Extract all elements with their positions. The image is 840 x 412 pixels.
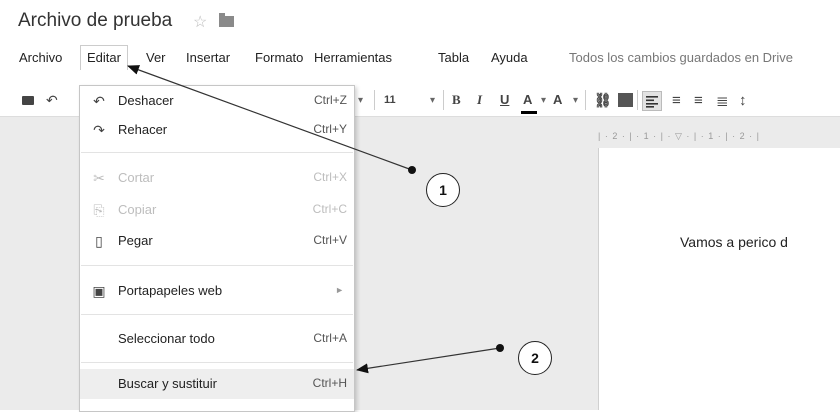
menu-insertar[interactable]: Insertar <box>180 47 236 69</box>
menu-editar[interactable]: Editar <box>80 45 128 70</box>
menu-item-label: Copiar <box>118 202 157 217</box>
menu-separator <box>81 362 353 363</box>
align-left-icon[interactable] <box>642 91 662 111</box>
menu-item-cortar[interactable]: ✂ Cortar Ctrl+X <box>80 163 354 193</box>
toolbar-divider <box>443 90 444 110</box>
document-text[interactable]: Vamos a perico d <box>680 234 788 250</box>
text-color-swatch <box>521 111 537 114</box>
line-spacing-icon[interactable]: ↕ <box>739 92 747 109</box>
link-icon[interactable]: ⛓ <box>594 92 612 109</box>
menu-item-shortcut: Ctrl+A <box>313 331 347 345</box>
menu-item-buscar-y-sustituir[interactable]: Buscar y sustituir Ctrl+H <box>80 369 354 399</box>
print-icon[interactable] <box>22 96 34 105</box>
menu-item-label: Rehacer <box>118 122 168 137</box>
menu-item-rehacer[interactable]: ↷ Rehacer Ctrl+Y <box>80 115 354 145</box>
menu-separator <box>81 152 353 153</box>
highlight-color-button[interactable]: A <box>553 92 562 107</box>
scissors-icon: ✂ <box>93 170 105 186</box>
edit-menu: ↶ Deshacer Ctrl+Z ↷ Rehacer Ctrl+Y ✂ Cor… <box>79 85 355 412</box>
menu-item-deshacer[interactable]: ↶ Deshacer Ctrl+Z <box>80 86 354 116</box>
comment-icon[interactable] <box>618 93 633 107</box>
toolbar-divider <box>585 90 586 110</box>
menu-item-label: Pegar <box>118 233 153 248</box>
align-center-icon[interactable]: ≡ <box>672 92 681 109</box>
clipboard-icon: ▣ <box>92 283 106 299</box>
save-status[interactable]: Todos los cambios guardados en Drive <box>569 50 793 65</box>
menu-herramientas[interactable]: Herramientas <box>308 47 398 69</box>
menu-separator <box>81 265 353 266</box>
submenu-arrow-icon: ► <box>335 285 344 295</box>
menu-archivo[interactable]: Archivo <box>13 47 68 69</box>
menu-item-shortcut: Ctrl+X <box>313 170 347 184</box>
copy-icon: ⎘ <box>93 202 105 218</box>
menu-ver[interactable]: Ver <box>140 47 172 69</box>
font-dropdown-icon[interactable]: ▾ <box>358 95 363 106</box>
menu-item-label: Buscar y sustituir <box>118 376 217 391</box>
folder-icon[interactable] <box>219 13 234 27</box>
font-size-dropdown-icon[interactable]: ▾ <box>430 95 435 106</box>
callout-badge-2: 2 <box>518 341 552 375</box>
undo-icon: ↶ <box>93 93 105 109</box>
callout-badge-1: 1 <box>426 173 460 207</box>
document-title[interactable]: Archivo de prueba <box>18 10 172 32</box>
menu-item-portapapeles-web[interactable]: ▣ Portapapeles web ► <box>80 276 354 306</box>
toolbar-divider <box>637 90 638 110</box>
redo-icon: ↷ <box>93 122 105 138</box>
justify-icon[interactable]: ≣ <box>716 92 729 110</box>
undo-icon[interactable]: ↶ <box>46 92 58 109</box>
menu-item-pegar[interactable]: ▯ Pegar Ctrl+V <box>80 226 354 256</box>
menu-formato[interactable]: Formato <box>249 47 309 69</box>
star-icon[interactable]: ☆ <box>193 12 207 32</box>
menu-ayuda[interactable]: Ayuda <box>485 47 534 69</box>
font-size-select[interactable]: 11 <box>384 94 396 106</box>
menu-item-shortcut: Ctrl+Z <box>314 93 347 107</box>
text-color-dropdown-icon[interactable]: ▾ <box>541 95 546 106</box>
paste-icon: ▯ <box>95 233 103 249</box>
menu-separator <box>81 314 353 315</box>
text-color-button[interactable]: A <box>523 92 532 107</box>
menu-item-label: Portapapeles web <box>118 283 223 298</box>
underline-button[interactable]: U <box>500 92 509 107</box>
menu-item-label: Cortar <box>118 170 155 185</box>
toolbar-divider <box>374 90 375 110</box>
document-page[interactable] <box>598 148 840 410</box>
italic-button[interactable]: I <box>477 92 482 108</box>
menu-tabla[interactable]: Tabla <box>432 47 475 69</box>
ruler[interactable]: | · 2 · | · 1 · | · ▽ · | · 1 · | · 2 · … <box>598 131 840 147</box>
align-right-icon[interactable]: ≡ <box>694 92 703 109</box>
menu-item-shortcut: Ctrl+Y <box>313 122 347 136</box>
align-left-glyph <box>646 96 658 108</box>
menu-item-seleccionar-todo[interactable]: Seleccionar todo Ctrl+A <box>80 324 354 354</box>
menu-item-shortcut: Ctrl+V <box>313 233 347 247</box>
menu-item-shortcut: Ctrl+H <box>312 376 347 390</box>
bold-button[interactable]: B <box>452 92 461 108</box>
menu-item-label: Deshacer <box>118 93 174 108</box>
menu-item-label: Seleccionar todo <box>118 331 215 346</box>
menu-item-shortcut: Ctrl+C <box>312 202 347 216</box>
highlight-dropdown-icon[interactable]: ▾ <box>573 95 578 106</box>
menu-item-copiar[interactable]: ⎘ Copiar Ctrl+C <box>80 195 354 225</box>
